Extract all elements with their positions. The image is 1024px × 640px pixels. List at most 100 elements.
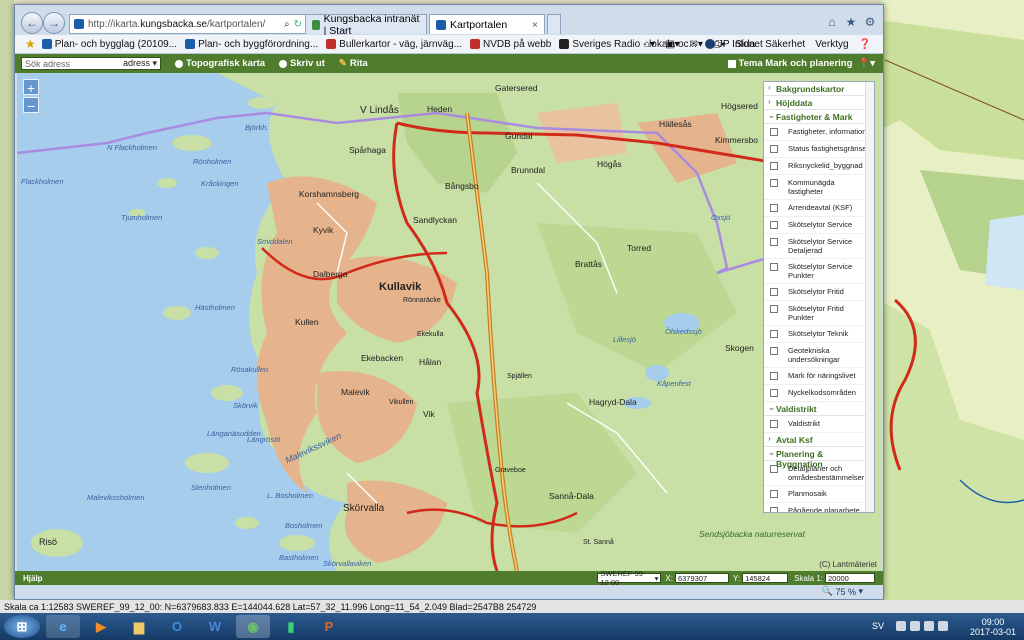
address-bar[interactable]: http://ikarta. kungsbacka.se/kartportalen… xyxy=(69,14,307,34)
taskbar-outlook[interactable]: O xyxy=(160,615,194,638)
tray-icon[interactable] xyxy=(896,621,906,631)
layer-checkbox[interactable] xyxy=(770,204,778,212)
layer-item[interactable]: Fastigheter, information xyxy=(764,124,874,141)
layer-group-header[interactable]: Höjddata xyxy=(764,96,874,110)
layer-label: Skötselytor Service Punkter xyxy=(788,262,853,280)
layer-checkbox[interactable] xyxy=(770,162,778,170)
address-search[interactable]: Sök adress adress ▾ xyxy=(21,57,161,70)
layer-item[interactable]: Riksnyckelid_byggnad xyxy=(764,158,874,175)
volume-icon[interactable] xyxy=(924,621,934,631)
layer-item[interactable]: Skötselytor Service xyxy=(764,217,874,234)
new-tab-button[interactable] xyxy=(547,14,561,34)
layer-checkbox[interactable] xyxy=(770,238,778,246)
layer-checkbox[interactable] xyxy=(770,128,778,136)
layer-item[interactable]: Valdistrikt xyxy=(764,416,874,433)
favorite-link[interactable]: NVDB på webb xyxy=(469,39,551,50)
layer-checkbox[interactable] xyxy=(770,263,778,271)
favorite-link[interactable]: Plan- och bygglag (20109... xyxy=(41,39,177,50)
zoom-out-button[interactable]: − xyxy=(23,97,39,114)
layer-checkbox[interactable] xyxy=(770,347,778,355)
taskbar-word[interactable]: W xyxy=(198,615,232,638)
address-mode-select[interactable]: adress ▾ xyxy=(123,58,157,69)
layer-item[interactable]: Nyckelkodsområden xyxy=(764,385,874,402)
layer-checkbox[interactable] xyxy=(770,288,778,296)
help-icon[interactable]: ❓ xyxy=(859,39,871,50)
theme-selector[interactable]: Tema Mark och planering xyxy=(727,58,852,69)
layer-checkbox[interactable] xyxy=(770,490,778,498)
tab-intranet[interactable]: Kungsbacka intranät | Start xyxy=(305,13,427,37)
layer-item[interactable]: Planmosaik xyxy=(764,486,874,503)
mail-icon[interactable]: ✉▾ xyxy=(690,39,703,50)
forward-button[interactable]: → xyxy=(43,12,65,34)
home-page-icon[interactable]: ⌂▾ xyxy=(644,39,655,50)
tab-kartportalen[interactable]: Kartportalen × xyxy=(429,14,545,34)
settings-gear-icon[interactable]: ⚙ xyxy=(863,15,877,29)
layer-checkbox[interactable] xyxy=(770,179,778,187)
layer-item[interactable]: Skötselytor Service Punkter xyxy=(764,259,874,284)
layer-item[interactable]: Arrendeavtal (KSF) xyxy=(764,200,874,217)
layer-item[interactable]: Skötselytor Fritid Punkter xyxy=(764,301,874,326)
layer-checkbox[interactable] xyxy=(770,305,778,313)
flag-icon[interactable] xyxy=(938,621,948,631)
scale-field[interactable]: 20000 xyxy=(825,573,875,583)
pin-icon[interactable]: 📍▾ xyxy=(858,58,875,69)
layer-item[interactable]: Skötselytor Teknik xyxy=(764,326,874,343)
layer-panel-scrollbar[interactable] xyxy=(865,82,874,512)
taskbar-app[interactable]: ▮ xyxy=(274,615,308,638)
search-icon[interactable]: ⌕ xyxy=(284,19,290,30)
layer-item[interactable]: Mark för näringslivet xyxy=(764,368,874,385)
x-coordinate-field[interactable]: 6379307 xyxy=(674,573,729,583)
layer-checkbox[interactable] xyxy=(770,145,778,153)
layer-checkbox[interactable] xyxy=(770,372,778,380)
back-button[interactable]: ← xyxy=(21,12,43,34)
layer-item[interactable]: Pågående planarbete xyxy=(764,503,874,512)
layer-group-header[interactable]: Avtal Ksf xyxy=(764,433,874,447)
layer-group-header[interactable]: Fastigheter & Mark xyxy=(764,110,874,124)
layer-item[interactable]: Geotekniska undersökningar xyxy=(764,343,874,368)
layer-item[interactable]: Skötselytor Fritid xyxy=(764,284,874,301)
security-menu[interactable]: Säkerhet xyxy=(765,39,805,50)
favorite-link[interactable]: Bullerkartor - väg, järnväg... xyxy=(326,39,462,50)
layer-checkbox[interactable] xyxy=(770,330,778,338)
favorites-star-icon[interactable]: ★ xyxy=(25,37,36,51)
layer-item[interactable]: Detaljplaner och områdesbestämmelser xyxy=(764,461,874,486)
taskbar-app[interactable]: ◉ xyxy=(236,615,270,638)
y-coordinate-field[interactable]: 145824 xyxy=(742,573,789,583)
layer-checkbox[interactable] xyxy=(770,465,778,473)
topographic-map-button[interactable]: Topografisk karta xyxy=(175,58,265,69)
taskbar-ie[interactable]: e xyxy=(46,615,80,638)
crs-select[interactable]: SWEREF 99 12 00 ▾ xyxy=(597,569,662,587)
layer-item[interactable]: Kommunägda fastigheter xyxy=(764,175,874,200)
favorite-link[interactable]: Plan- och byggförordning... xyxy=(185,39,318,50)
home-icon[interactable]: ⌂ xyxy=(825,15,839,29)
print-icon[interactable]: ⎙▾ xyxy=(713,39,725,50)
feeds-icon[interactable]: ▣▾ xyxy=(665,39,679,50)
taskbar-media[interactable]: ▶ xyxy=(84,615,118,638)
refresh-icon[interactable]: ↻ xyxy=(294,19,302,30)
print-button[interactable]: Skriv ut xyxy=(279,58,325,69)
language-indicator[interactable]: SV xyxy=(872,621,884,631)
draw-button[interactable]: ✎ Rita xyxy=(339,58,368,69)
map-view[interactable]: Gatersered V Lindås Heden Gundal Högsere… xyxy=(17,73,881,571)
taskbar-explorer[interactable]: ▆ xyxy=(122,615,156,638)
layer-item[interactable]: Status fastighetsgränser xyxy=(764,141,874,158)
tools-menu[interactable]: Verktyg xyxy=(815,39,848,50)
layer-checkbox[interactable] xyxy=(770,221,778,229)
taskbar-powerpoint[interactable]: P xyxy=(312,615,346,638)
close-tab-icon[interactable]: × xyxy=(532,19,538,31)
layer-checkbox[interactable] xyxy=(770,420,778,428)
zoom-in-button[interactable]: + xyxy=(23,79,39,96)
layer-checkbox[interactable] xyxy=(770,507,778,512)
system-clock[interactable]: 09:00 2017-03-01 xyxy=(970,617,1016,637)
page-menu[interactable]: Sida xyxy=(735,39,755,50)
layer-group-header[interactable]: Valdistrikt xyxy=(764,402,874,416)
layer-item[interactable]: Skötselytor Service Detaljerad xyxy=(764,234,874,259)
favorites-star-icon[interactable]: ★ xyxy=(844,15,858,29)
network-icon[interactable] xyxy=(910,621,920,631)
layer-checkbox[interactable] xyxy=(770,389,778,397)
layer-group-header[interactable]: Bakgrundskartor xyxy=(764,82,874,96)
start-button[interactable]: ⊞ xyxy=(4,615,40,638)
browser-zoom[interactable]: 🔍 75 % ▾ xyxy=(822,585,863,598)
help-link[interactable]: Hjälp xyxy=(23,574,43,583)
layer-group-header[interactable]: Planering & Byggnation xyxy=(764,447,874,469)
